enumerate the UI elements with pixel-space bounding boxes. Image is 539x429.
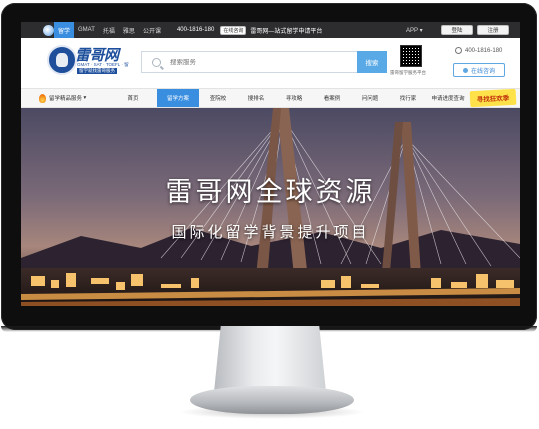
nav-item-cases[interactable]: 看案例 — [313, 89, 351, 107]
search-button[interactable]: 搜索 — [357, 51, 387, 73]
monitor-stand-base — [190, 386, 354, 414]
tab-gmat[interactable]: GMAT — [74, 22, 99, 38]
globe-icon — [43, 24, 54, 36]
nav-item-questions[interactable]: 问问题 — [351, 89, 389, 107]
banner-title: 雷哥网全球资源 — [165, 177, 376, 208]
nav-item-rankings[interactable]: 搜排名 — [237, 89, 275, 107]
tab-open-class[interactable]: 公开课 — [139, 22, 165, 38]
nav-item-experts[interactable]: 找行家 — [389, 89, 427, 107]
tab-study-abroad[interactable]: 留学 — [54, 22, 75, 38]
search-input[interactable] — [170, 58, 310, 66]
qr-code-icon — [400, 45, 422, 67]
hotline: 400-1816-180 — [455, 47, 502, 54]
hero-banner[interactable]: 雷哥网全球资源 国际化留学背景提升项目 — [21, 108, 520, 306]
search-icon — [152, 57, 161, 67]
qr-caption: 雷哥留学服务平台 — [390, 70, 426, 75]
tab-toefl[interactable]: 托福 — [99, 22, 119, 38]
hotline-number: 400-1816-180 — [465, 47, 503, 54]
site-logo[interactable]: 雷哥网 GMAT · SAT · TOEFL · 留学 留学就找雷哥服务 — [47, 45, 133, 79]
login-button[interactable]: 登陆 — [441, 25, 473, 35]
nav-item-plan[interactable]: 留学方案 — [157, 89, 199, 107]
phone-icon — [455, 47, 462, 54]
mascot-icon — [47, 45, 77, 75]
nav-item-guides[interactable]: 寻攻略 — [275, 89, 313, 107]
main-nav: 留学精品服务 ▾ 首页 留学方案 查院校 搜排名 寻攻略 看案例 问问题 找行家… — [21, 88, 520, 108]
topbar-slogan: 雷哥网—站式留学申请平台 — [250, 28, 323, 35]
nav-item-schools[interactable]: 查院校 — [199, 89, 237, 107]
banner-subtitle: 国际化留学背景提升项目 — [171, 223, 370, 241]
service-menu-label: 留学精品服务 — [49, 96, 83, 102]
monitor-screen: 留学 GMAT 托福 雅思 公开课 400-1816-180 在线咨询 雷哥网—… — [21, 22, 520, 306]
service-menu[interactable]: 留学精品服务 ▾ — [39, 89, 86, 107]
nav-item-home[interactable]: 首页 — [115, 89, 151, 107]
topbar-phone: 400-1816-180 — [176, 27, 215, 33]
monitor-stand-neck — [214, 326, 326, 392]
search-box — [141, 51, 373, 73]
online-consult-label: 在线咨询 — [470, 68, 495, 75]
chat-icon — [462, 67, 468, 73]
logo-tagline: 留学就找雷哥服务 — [77, 68, 117, 74]
app-label: APP — [406, 27, 418, 34]
topbar-consult-button[interactable]: 在线咨询 — [220, 25, 247, 35]
flame-icon — [39, 93, 46, 103]
nav-item-progress[interactable]: 申请进度查询 — [427, 89, 469, 107]
app-dropdown[interactable]: APP ▾ — [406, 27, 423, 34]
register-button[interactable]: 注册 — [477, 25, 509, 35]
tab-ielts[interactable]: 雅思 — [119, 22, 139, 38]
monitor-bezel: 留学 GMAT 托福 雅思 公开课 400-1816-180 在线咨询 雷哥网—… — [1, 3, 537, 330]
online-consult-button[interactable]: 在线咨询 — [453, 63, 505, 77]
chevron-down-icon: ▾ — [82, 95, 87, 101]
monitor-mockup: 留学 GMAT 托福 雅思 公开课 400-1816-180 在线咨询 雷哥网—… — [0, 0, 539, 429]
site-header: 雷哥网 GMAT · SAT · TOEFL · 留学 留学就找雷哥服务 搜索 … — [21, 38, 520, 88]
chevron-down-icon: ▾ — [419, 27, 423, 34]
top-bar: 留学 GMAT 托福 雅思 公开课 400-1816-180 在线咨询 雷哥网—… — [21, 22, 520, 38]
promo-badge[interactable]: 寻找狂欢季 — [469, 88, 517, 108]
